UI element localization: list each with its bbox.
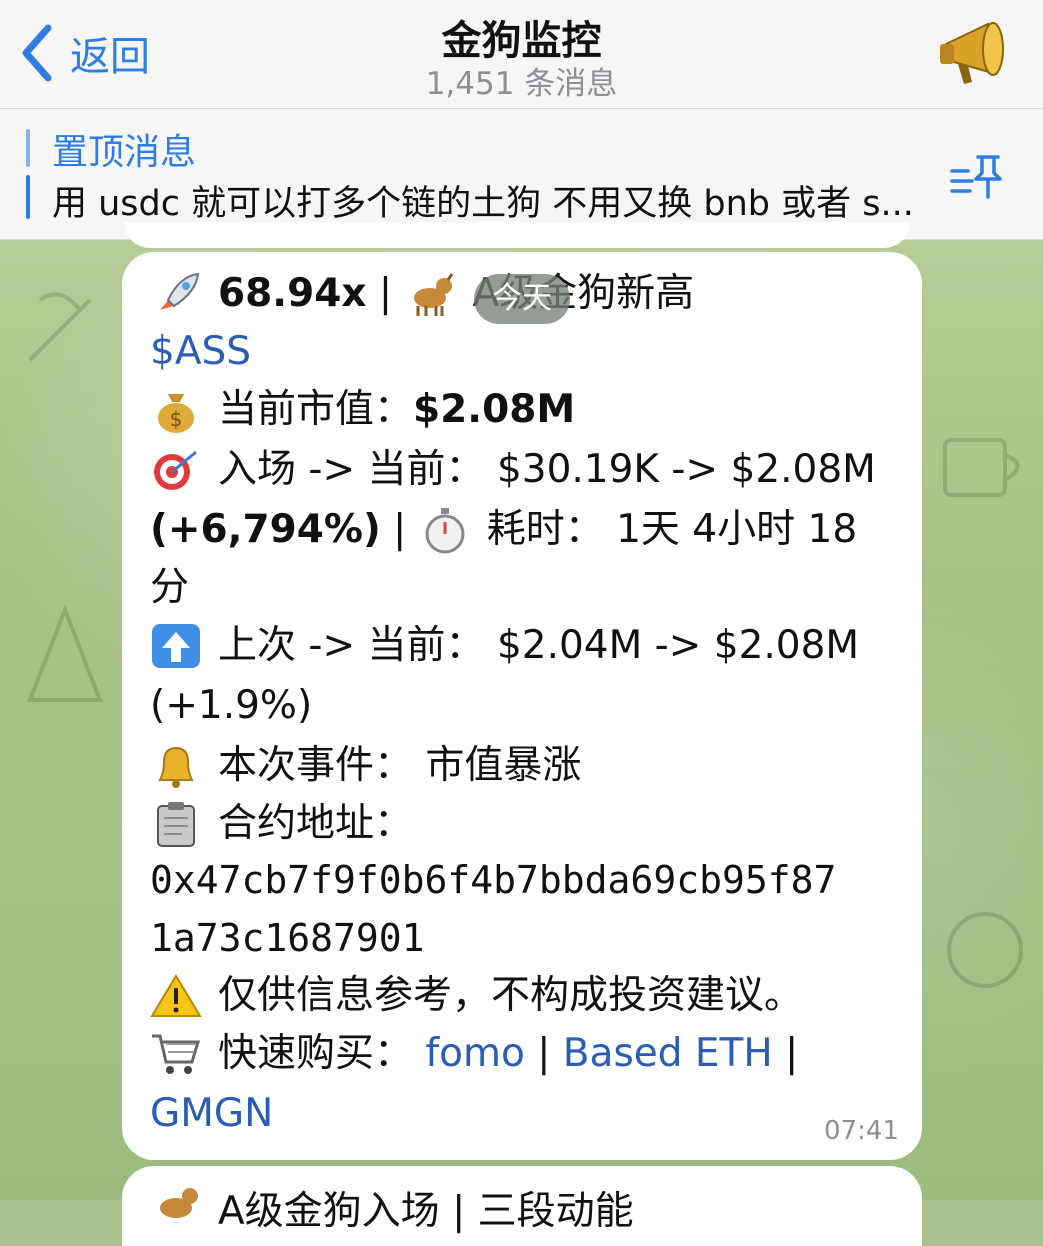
last-text: 上次 -> 当前： $2.04M -> $2.08M <box>218 623 860 668</box>
background-doodle-icon <box>28 292 92 362</box>
background-doodle-icon <box>947 912 1023 988</box>
event-text: 本次事件： 市值暴涨 <box>218 743 582 788</box>
entry-line: 入场 -> 当前： $30.19K -> $2.08M <box>150 446 876 494</box>
elapsed-text: 耗时： 1天 4小时 18 <box>486 507 858 552</box>
quick-buy-label: 快速购买： <box>218 1031 426 1076</box>
bell-icon <box>158 746 194 788</box>
money-bag-icon: $ <box>158 394 194 433</box>
message-headline: 68.94x | A级金狗新高 <box>150 270 694 318</box>
gmgn-link[interactable]: GMGN <box>150 1090 273 1138</box>
pinned-text: 用 usdc 就可以打多个链的土狗 不用又换 bnb 或者 s... <box>52 184 914 224</box>
entry-text: 入场 -> 当前： $30.19K -> $2.08M <box>218 447 876 492</box>
date-pill: 今天 <box>474 274 570 324</box>
warning-text: 仅供信息参考，不构成投资建议。 <box>218 973 804 1018</box>
entry-percent: (+6,794%) <box>150 507 381 552</box>
quick-buy-line: 快速购买： fomo | Based ETH | <box>150 1030 798 1078</box>
pinned-title: 置顶消息 <box>52 132 197 173</box>
clipboard-icon <box>157 802 195 847</box>
based-eth-link[interactable]: Based ETH <box>563 1031 773 1076</box>
warning-icon <box>150 974 202 1017</box>
shopping-cart-icon <box>152 1034 201 1074</box>
separator-text: | <box>524 1031 563 1076</box>
last-percent: (+1.9%) <box>150 683 313 728</box>
pin-list-icon[interactable] <box>948 149 1006 207</box>
warning-line: 仅供信息参考，不构成投资建议。 <box>150 972 803 1020</box>
navigation-bar: 返回 金狗监控 1,451 条消息 <box>0 0 1043 109</box>
market-cap-value: $2.08M <box>413 387 576 432</box>
contract-address-line2[interactable]: 1a73c1687901 <box>150 914 425 962</box>
ticker-link[interactable]: $ASS <box>150 328 251 376</box>
fomo-link[interactable]: fomo <box>425 1031 524 1076</box>
background-doodle-icon <box>27 604 103 702</box>
event-line: 本次事件： 市值暴涨 <box>150 742 581 790</box>
pinned-indicator-active <box>26 175 30 219</box>
message-count: 1,451 条消息 <box>425 66 618 102</box>
multiplier-text: 68.94x <box>218 271 367 316</box>
pinned-indicator <box>26 129 30 167</box>
megaphone-icon[interactable] <box>938 14 1018 94</box>
dog-icon <box>414 273 454 316</box>
market-cap-line: $ 当前市值：$2.08M <box>150 386 575 434</box>
svg-text:$: $ <box>170 407 183 431</box>
up-arrow-icon <box>152 624 200 668</box>
background-doodle-icon <box>943 438 1020 497</box>
market-cap-label: 当前市值： <box>218 387 414 432</box>
message-time: 07:41 <box>824 1116 899 1146</box>
dog-icon <box>160 1188 198 1218</box>
separator-text: | <box>380 507 419 552</box>
elapsed-tail-line: 分 <box>150 565 190 610</box>
separator-text: | <box>366 271 405 316</box>
elapsed-line: (+6,794%) | 耗时： 1天 4小时 18 <box>150 506 857 554</box>
contract-address-line1[interactable]: 0x47cb7f9f0b6f4b7bbda69cb95f87 <box>150 856 836 904</box>
target-icon <box>154 450 197 490</box>
last-line: 上次 -> 当前： $2.04M -> $2.08M <box>150 622 859 670</box>
contract-label-line: 合约地址： <box>150 800 413 848</box>
stopwatch-icon <box>425 508 465 554</box>
pinned-message[interactable]: 置顶消息 用 usdc 就可以打多个链的土狗 不用又换 bnb 或者 s... <box>0 109 1043 240</box>
separator-text: | <box>772 1031 799 1076</box>
rocket-icon <box>160 272 200 310</box>
next-message-text: A级金狗入场 | 三段动能 <box>150 1180 634 1236</box>
previous-message-bubble[interactable] <box>124 222 910 248</box>
next-message-label: A级金狗入场 | 三段动能 <box>218 1189 634 1234</box>
contract-label: 合约地址： <box>218 801 414 846</box>
